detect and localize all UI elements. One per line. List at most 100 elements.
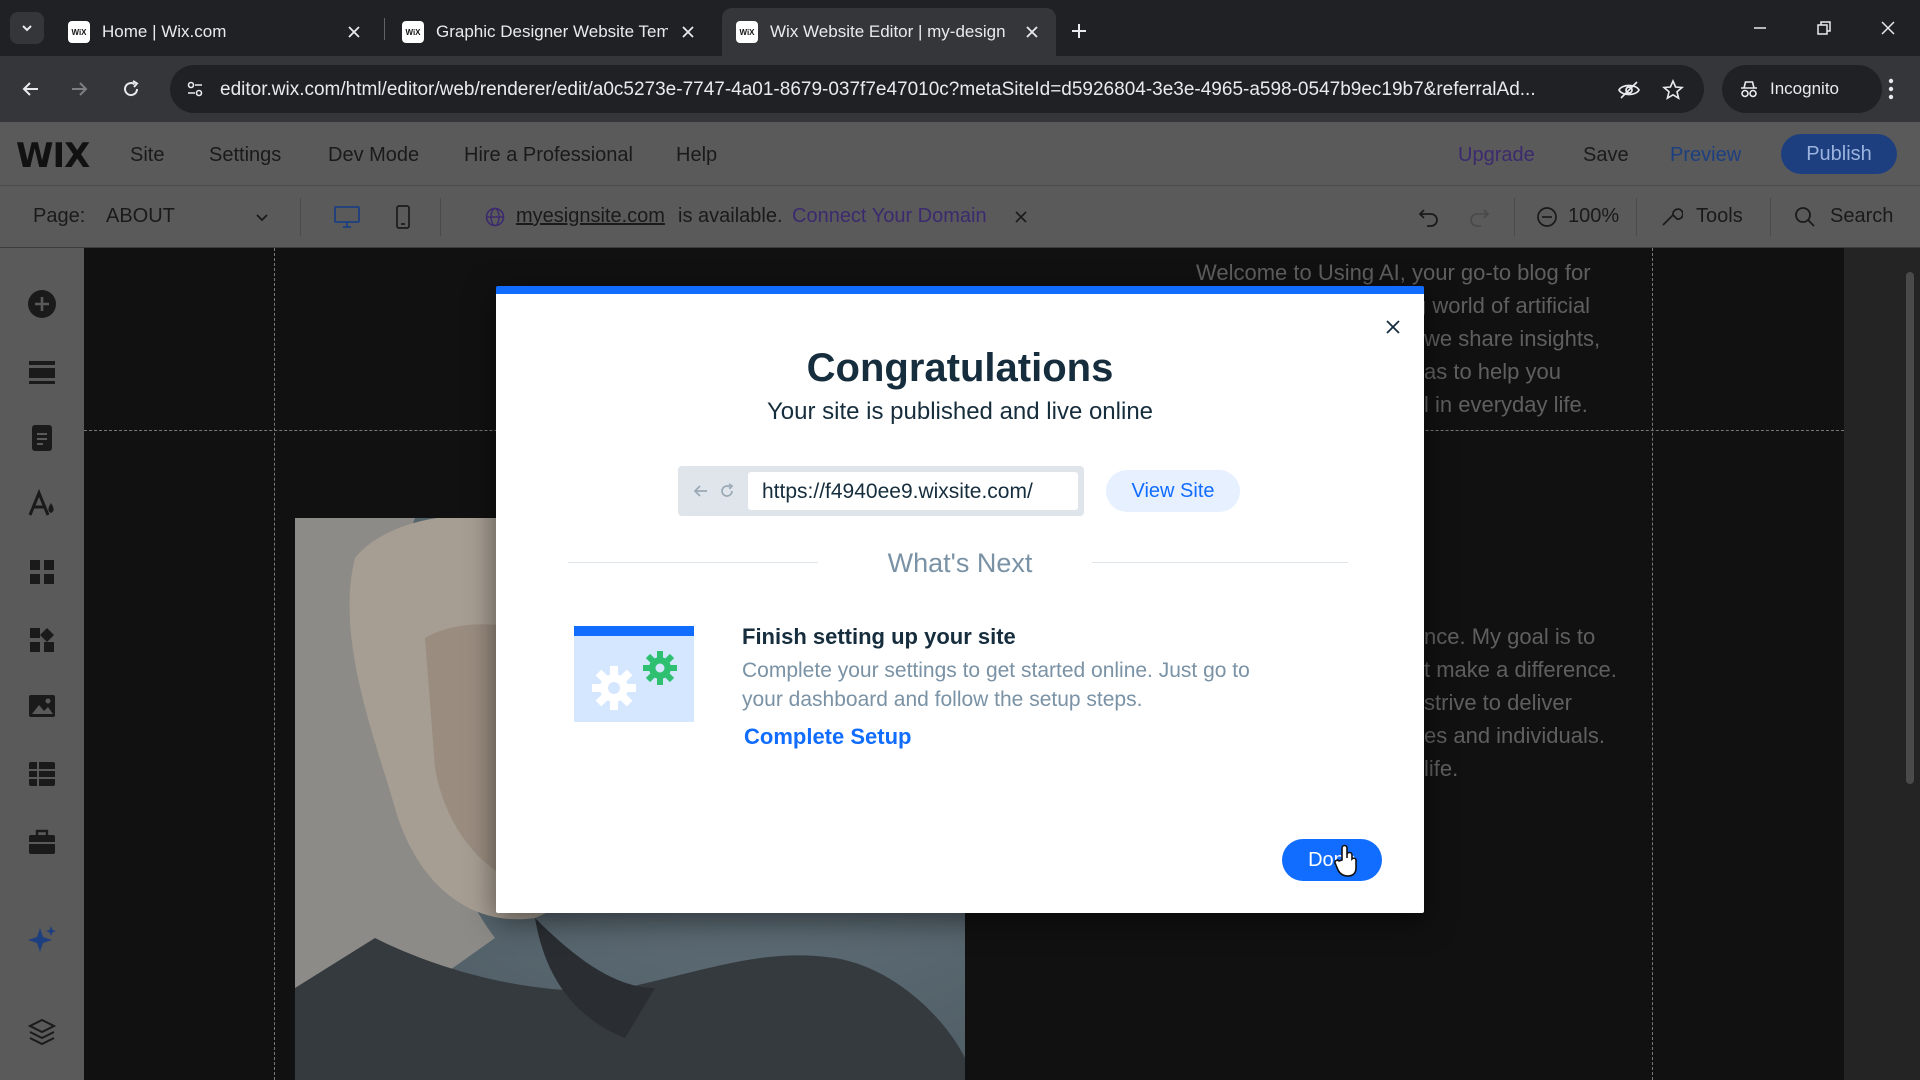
back-button[interactable] xyxy=(14,72,48,106)
wix-page-bar: Page: ABOUT myesignsite.com is available… xyxy=(0,186,1920,248)
bookmark-star-icon[interactable] xyxy=(1660,77,1686,103)
apps-icon[interactable] xyxy=(24,554,60,590)
close-window-button[interactable] xyxy=(1868,10,1908,46)
preview-button[interactable]: Preview xyxy=(1670,144,1741,167)
canvas-text-line: es and individuals. xyxy=(1424,723,1606,748)
setup-illustration-icon xyxy=(574,626,694,722)
menu-dev-mode[interactable]: Dev Mode xyxy=(328,144,419,167)
publish-success-dialog: Congratulations Your site is published a… xyxy=(496,286,1424,913)
media-icon[interactable] xyxy=(24,688,60,724)
browser-menu-button[interactable] xyxy=(1876,74,1906,104)
chevron-down-icon[interactable] xyxy=(247,202,277,232)
vertical-scrollbar[interactable] xyxy=(1906,272,1914,784)
redo-icon[interactable] xyxy=(1464,202,1494,232)
view-site-button[interactable]: View Site xyxy=(1106,470,1240,512)
chevron-down-icon xyxy=(22,25,32,32)
business-apps-icon[interactable] xyxy=(24,622,60,658)
desktop-view-icon[interactable] xyxy=(332,202,362,232)
layers-icon[interactable] xyxy=(24,1014,60,1050)
plus-icon xyxy=(1072,24,1086,38)
restore-button[interactable] xyxy=(1804,10,1844,46)
tab-wix-editor[interactable]: WiX Wix Website Editor | my-design xyxy=(722,8,1056,56)
setup-description-line: Complete your settings to get started on… xyxy=(742,659,1250,682)
incognito-label: Incognito xyxy=(1770,79,1839,98)
url-text: editor.wix.com/html/editor/web/renderer/… xyxy=(220,79,1536,100)
done-button[interactable]: Done xyxy=(1282,839,1382,881)
canvas-text-line: life. xyxy=(1424,756,1459,781)
menu-help[interactable]: Help xyxy=(676,144,717,167)
publish-button[interactable]: Publish xyxy=(1781,134,1897,174)
mobile-view-icon[interactable] xyxy=(388,202,418,232)
menu-settings[interactable]: Settings xyxy=(209,144,281,167)
reload-icon xyxy=(124,80,139,97)
domain-status-text: is available. xyxy=(678,205,783,227)
page-label: Page: xyxy=(33,205,86,227)
setup-description-line: your dashboard and follow the setup step… xyxy=(742,688,1143,711)
new-tab-button[interactable] xyxy=(1064,16,1094,46)
sections-icon[interactable] xyxy=(24,354,60,390)
restore-icon xyxy=(1817,21,1831,35)
design-theme-icon[interactable] xyxy=(24,486,60,522)
close-icon[interactable] xyxy=(344,22,364,42)
tab-home-wix[interactable]: WiX Home | Wix.com xyxy=(54,8,378,56)
minimize-button[interactable] xyxy=(1740,10,1780,46)
connect-domain-link[interactable]: Connect Your Domain xyxy=(792,205,987,228)
tools-button[interactable]: Tools xyxy=(1696,205,1743,228)
close-icon[interactable] xyxy=(678,22,698,42)
setup-description: Complete your settings to get started on… xyxy=(742,656,1342,714)
site-url-box: https://f4940ee9.wixsite.com/ xyxy=(678,466,1084,516)
upgrade-link[interactable]: Upgrade xyxy=(1458,144,1535,167)
menu-hire-professional[interactable]: Hire a Professional xyxy=(464,144,633,167)
portfolio-icon[interactable] xyxy=(24,824,60,860)
wix-logo[interactable]: WIX xyxy=(16,136,90,176)
whats-next-heading: What's Next xyxy=(887,548,1033,578)
dialog-title: Congratulations xyxy=(806,346,1114,390)
search-icon[interactable] xyxy=(1790,202,1820,232)
arrow-right-icon xyxy=(72,82,88,96)
wix-favicon-icon: WiX xyxy=(736,21,758,43)
tab-search-button[interactable] xyxy=(10,12,44,44)
divider xyxy=(440,198,441,236)
reload-button[interactable] xyxy=(114,72,148,106)
gridline-guide xyxy=(1652,248,1653,1080)
add-elements-icon[interactable] xyxy=(24,286,60,322)
menu-site[interactable]: Site xyxy=(130,144,164,167)
wix-favicon-icon: WiX xyxy=(402,21,424,43)
reload-icon xyxy=(716,480,738,502)
wix-top-bar: WIX Site Settings Dev Mode Hire a Profes… xyxy=(0,122,1920,186)
hand-cursor-icon xyxy=(1334,844,1360,878)
site-info-icon[interactable] xyxy=(180,74,210,104)
ai-sparkle-icon[interactable] xyxy=(24,922,60,958)
arrow-left-icon xyxy=(690,480,712,502)
page-selector[interactable]: ABOUT xyxy=(106,205,175,228)
cms-icon[interactable] xyxy=(24,756,60,792)
address-bar[interactable]: editor.wix.com/html/editor/web/renderer/… xyxy=(170,65,1704,113)
zoom-level[interactable]: 100% xyxy=(1568,205,1619,228)
arrow-left-icon xyxy=(22,82,38,96)
site-url-field[interactable]: https://f4940ee9.wixsite.com/ xyxy=(748,472,1078,510)
canvas-text-line: t make a difference. xyxy=(1424,657,1617,682)
pages-icon[interactable] xyxy=(24,420,60,456)
tab-graphic-designer[interactable]: WiX Graphic Designer Website Temp xyxy=(388,8,712,56)
more-vertical-icon xyxy=(1888,78,1894,100)
zoom-out-icon[interactable] xyxy=(1532,202,1562,232)
browser-toolbar: editor.wix.com/html/editor/web/renderer/… xyxy=(0,56,1920,122)
forward-button[interactable] xyxy=(62,72,96,106)
tab-title: Wix Website Editor | my-design xyxy=(770,22,1006,41)
complete-setup-link[interactable]: Complete Setup xyxy=(744,724,911,750)
undo-icon[interactable] xyxy=(1414,202,1444,232)
incognito-icon xyxy=(1741,81,1757,98)
divider xyxy=(1092,562,1348,563)
save-button[interactable]: Save xyxy=(1583,144,1629,167)
search-button[interactable]: Search xyxy=(1830,205,1893,228)
tools-icon[interactable] xyxy=(1656,202,1686,232)
close-icon[interactable] xyxy=(1022,22,1042,42)
globe-icon xyxy=(480,202,510,232)
dialog-subtitle: Your site is published and live online xyxy=(766,398,1154,425)
close-icon[interactable] xyxy=(1380,314,1406,340)
eye-off-icon[interactable] xyxy=(1616,77,1642,103)
close-icon[interactable] xyxy=(1006,202,1036,232)
divider xyxy=(1636,198,1637,236)
incognito-indicator[interactable]: Incognito xyxy=(1722,65,1882,113)
domain-name-link[interactable]: myesignsite.com xyxy=(516,205,665,228)
